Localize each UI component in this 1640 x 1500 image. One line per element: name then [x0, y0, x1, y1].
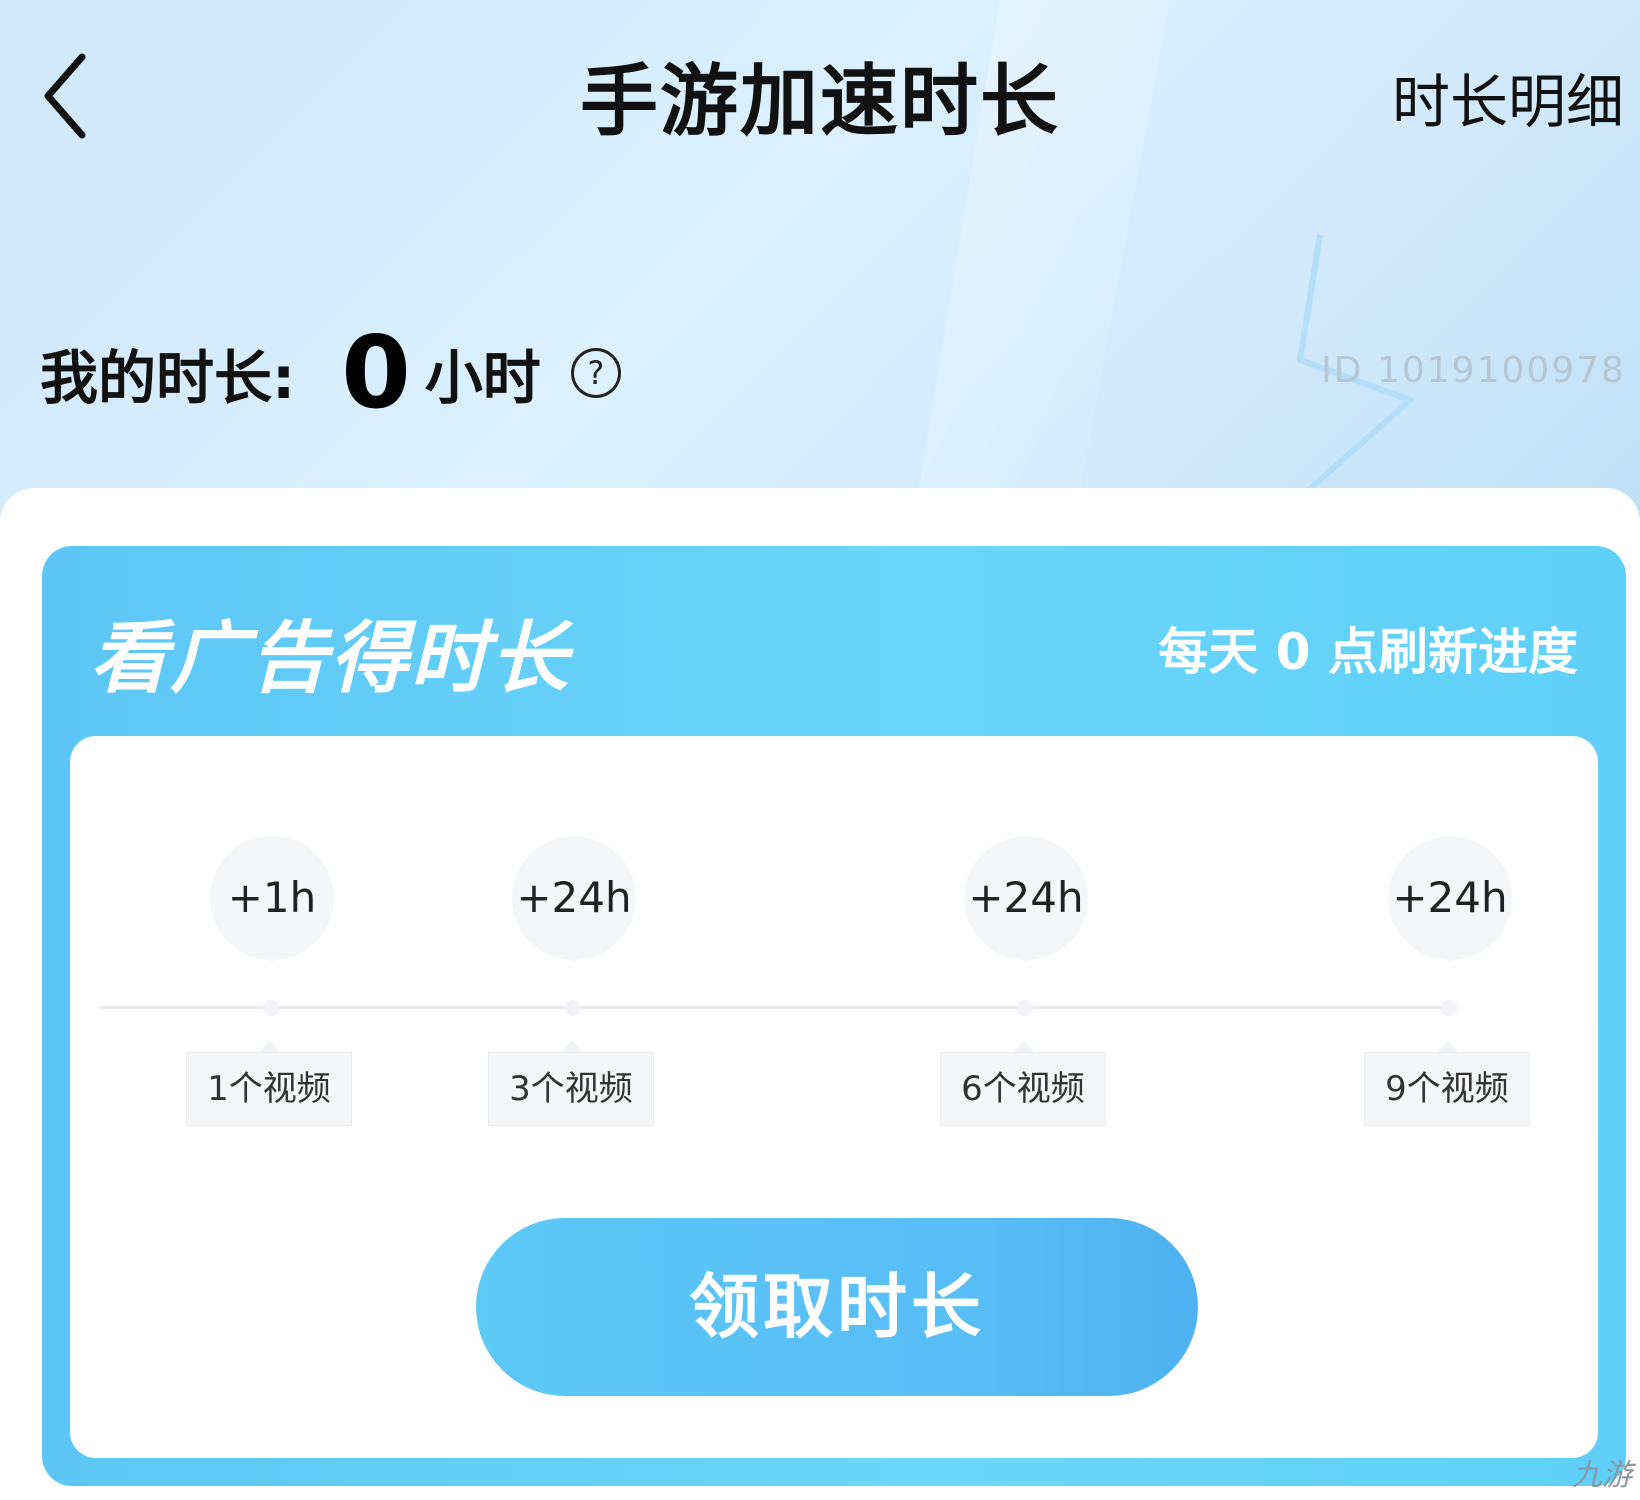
- reward-bubble: +24h: [512, 836, 636, 960]
- requirement-tag: 9个视频: [1364, 1052, 1530, 1126]
- milestone-item: +1h 1个视频: [186, 736, 356, 1458]
- requirement-tag: 3个视频: [488, 1052, 654, 1126]
- user-id: ID 1019100978: [1321, 350, 1626, 391]
- site-watermark: 九游: [1572, 1450, 1632, 1494]
- progress-dot: [1017, 1000, 1033, 1016]
- requirement-tag: 6个视频: [940, 1052, 1106, 1126]
- help-question-icon[interactable]: ?: [570, 348, 621, 398]
- watermark-text: 九游: [1572, 1458, 1632, 1493]
- reward-bubble: +24h: [1388, 836, 1512, 960]
- back-chevron-icon: [44, 53, 86, 139]
- duration-detail-link[interactable]: 时长明细: [1392, 62, 1624, 142]
- claim-duration-button[interactable]: 领取时长: [476, 1218, 1198, 1396]
- progress-dot: [263, 1000, 279, 1016]
- requirement-tag: 1个视频: [186, 1052, 352, 1126]
- progress-dot: [565, 1000, 581, 1016]
- reward-bubble: +1h: [210, 836, 334, 960]
- my-duration-row: 我的时长: 0 小时 ?: [40, 318, 621, 428]
- progress-dot: [1441, 1000, 1457, 1016]
- refresh-note: 每天 0 点刷新进度: [1158, 623, 1578, 681]
- card-title: 看广告得时长: [90, 614, 571, 704]
- reward-bubble: +24h: [964, 836, 1088, 960]
- my-duration-value: 0: [341, 314, 411, 431]
- my-duration-unit: 小时: [424, 344, 541, 412]
- watch-ad-card: 看广告得时长 每天 0 点刷新进度 +1h 1个视频 +24h 3个视频 +24…: [42, 546, 1626, 1486]
- page-title: 手游加速时长: [579, 57, 1060, 147]
- milestone-item: +24h 9个视频: [1364, 736, 1534, 1458]
- card-body: +1h 1个视频 +24h 3个视频 +24h 6个视频 +24h 9个视频 领…: [70, 736, 1598, 1458]
- my-duration-label: 我的时长:: [40, 344, 296, 412]
- back-button[interactable]: [30, 46, 100, 146]
